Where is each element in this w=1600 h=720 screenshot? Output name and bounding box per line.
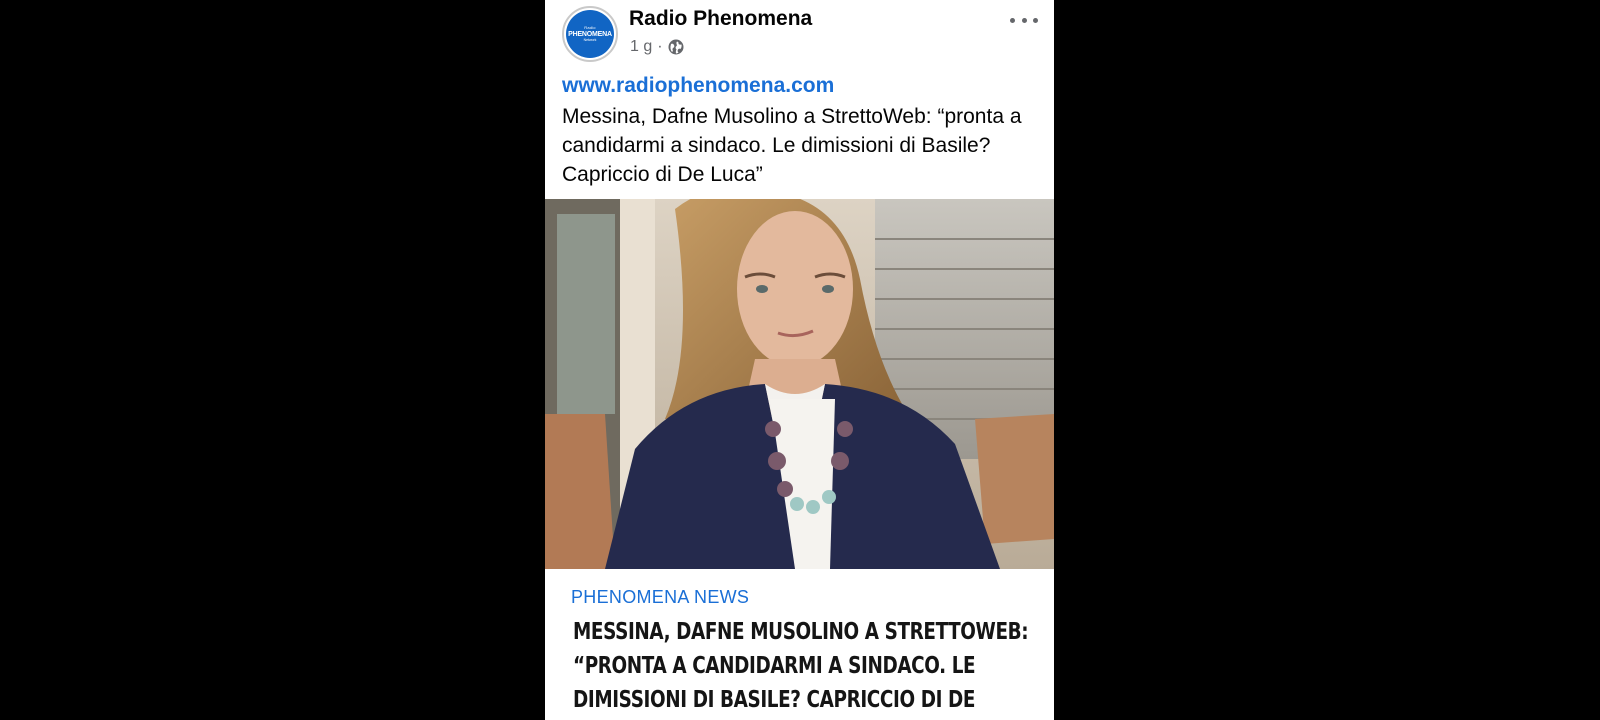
meta-separator: ·	[657, 38, 663, 55]
woman-portrait-image	[545, 199, 1054, 569]
globe-icon	[668, 39, 684, 55]
post-header: Radio PHENOMENA Network Radio Phenomena …	[545, 0, 1054, 66]
post-link[interactable]: www.radiophenomena.com	[562, 74, 834, 98]
logo-text-line3: Network	[583, 37, 597, 42]
radio-phenomena-logo: Radio PHENOMENA Network	[566, 10, 614, 58]
link-preview[interactable]: PHENOMENA NEWS MESSINA, DAFNE MUSOLINO A…	[545, 569, 1054, 720]
more-dot-icon	[1010, 17, 1015, 23]
post-meta: 1 g ·	[630, 38, 684, 56]
page-avatar[interactable]: Radio PHENOMENA Network	[562, 6, 618, 62]
logo-text-line2: PHENOMENA	[568, 30, 612, 38]
post-time[interactable]: 1 g	[630, 38, 652, 56]
logo-text-line1: Radio	[584, 24, 596, 30]
post-photo[interactable]	[545, 199, 1054, 569]
page-name[interactable]: Radio Phenomena	[629, 7, 812, 31]
more-options-button[interactable]	[1010, 10, 1038, 30]
more-dot-icon	[1021, 17, 1027, 23]
preview-headline: MESSINA, DAFNE MUSOLINO A STRETTOWEB: “P…	[573, 619, 1029, 713]
facebook-post-card: Radio PHENOMENA Network Radio Phenomena …	[545, 0, 1054, 720]
preview-source: PHENOMENA NEWS	[571, 587, 750, 607]
more-dot-icon	[1033, 17, 1038, 23]
post-text: Messina, Dafne Musolino a StrettoWeb: “p…	[562, 105, 1022, 186]
